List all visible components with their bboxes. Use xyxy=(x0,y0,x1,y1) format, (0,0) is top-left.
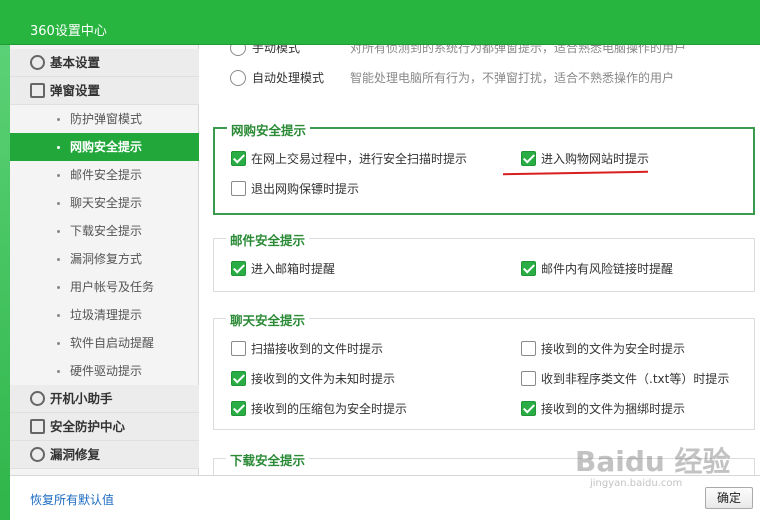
sidebar-item-label: 软件自启动提醒 xyxy=(70,336,155,350)
window-icon xyxy=(30,83,45,98)
checkbox[interactable] xyxy=(231,371,246,386)
option-label: 接收到的文件为捆绑时提示 xyxy=(541,402,686,416)
sidebar-group-label: 漏洞修复 xyxy=(50,447,101,462)
sidebar-item-label: 防护弹窗模式 xyxy=(70,112,143,126)
clock-icon xyxy=(30,391,45,406)
section-mail: 邮件安全提示 进入邮箱时提醒 邮件内有风险链接时提醒 xyxy=(213,230,755,292)
sidebar-item-label: 垃圾清理提示 xyxy=(70,308,143,322)
sidebar-item-mail[interactable]: 邮件安全提示 xyxy=(10,161,199,189)
section-chat: 聊天安全提示 扫描接收到的文件时提示 接收到的文件为安全时提示 接收到的文件为未… xyxy=(213,310,755,430)
sidebar-item-shopping[interactable]: 网购安全提示 xyxy=(10,133,199,161)
checkbox[interactable] xyxy=(521,261,536,276)
sidebar-item-label: 邮件安全提示 xyxy=(70,168,143,182)
sidebar-item-label: 下载安全提示 xyxy=(70,224,143,238)
checkbox[interactable] xyxy=(231,401,246,416)
sidebar-item-label: 网购安全提示 xyxy=(70,140,143,154)
sidebar-group-label: 基本设置 xyxy=(50,55,101,70)
sidebar-item-vuln-fix[interactable]: 漏洞修复方式 xyxy=(10,245,199,273)
checkbox[interactable] xyxy=(521,341,536,356)
option-label: 进入购物网站时提示 xyxy=(541,152,650,166)
section-title: 邮件安全提示 xyxy=(226,230,310,249)
bullet-icon xyxy=(57,146,60,149)
gear-icon xyxy=(30,55,45,70)
checkbox[interactable] xyxy=(521,371,536,386)
radio-description: 智能处理电脑所有行为，不弹窗打扰，适合不熟悉操作的用户 xyxy=(350,71,675,85)
bullet-icon xyxy=(57,342,60,345)
sidebar-group-label: 开机小助手 xyxy=(50,391,113,406)
patch-icon xyxy=(30,447,45,462)
option-label: 扫描接收到的文件时提示 xyxy=(251,342,384,356)
bullet-icon xyxy=(57,230,60,233)
sidebar-item-autostart[interactable]: 软件自启动提醒 xyxy=(10,329,199,357)
sidebar-item-popup-mode[interactable]: 防护弹窗模式 xyxy=(10,105,199,133)
radio-button[interactable] xyxy=(230,70,246,86)
sidebar-group-label: 安全防护中心 xyxy=(50,419,126,434)
sidebar-item-drivers[interactable]: 硬件驱动提示 xyxy=(10,357,199,385)
option-label: 退出网购保镖时提示 xyxy=(251,182,360,196)
ok-button[interactable]: 确定 xyxy=(705,487,753,509)
checkbox[interactable] xyxy=(521,151,536,166)
sidebar-group-label: 弹窗设置 xyxy=(50,83,101,98)
sidebar-item-label: 漏洞修复方式 xyxy=(70,252,143,266)
grid-icon xyxy=(30,419,45,434)
settings-panel: 手动模式 对所有侦测到的系统行为都弹窗提示，适合熟悉电脑操作的用户 自动处理模式… xyxy=(200,45,760,475)
checkbox[interactable] xyxy=(231,181,246,196)
bullet-icon xyxy=(57,174,60,177)
section-title: 下载安全提示 xyxy=(226,450,310,469)
option-label: 接收到的压缩包为安全时提示 xyxy=(251,402,408,416)
sidebar-item-label: 聊天安全提示 xyxy=(70,196,143,210)
bullet-icon xyxy=(57,370,60,373)
title-bar: 360设置中心 xyxy=(0,0,760,45)
option-label: 邮件内有风险链接时提醒 xyxy=(541,262,674,276)
sidebar-group-basic[interactable]: 基本设置 xyxy=(10,49,199,77)
radio-description: 对所有侦测到的系统行为都弹窗提示，适合熟悉电脑操作的用户 xyxy=(350,45,687,55)
baidu-watermark-url: jingyan.baidu.com xyxy=(590,478,683,489)
sidebar-item-label: 用户帐号及任务 xyxy=(70,280,155,294)
checkbox[interactable] xyxy=(231,341,246,356)
sidebar: 基本设置 弹窗设置 防护弹窗模式 网购安全提示 邮件安全提示 聊天安全提示 下载… xyxy=(10,45,199,475)
sidebar-group-patch[interactable]: 漏洞修复 xyxy=(10,441,199,469)
baidu-watermark: Baidu 经验 xyxy=(575,445,731,478)
option-label: 收到非程序类文件（.txt等）时提示 xyxy=(541,372,730,386)
window-title: 360设置中心 xyxy=(30,24,107,39)
checkbox[interactable] xyxy=(231,151,246,166)
sidebar-group-protection[interactable]: 安全防护中心 xyxy=(10,413,199,441)
sidebar-item-label: 硬件驱动提示 xyxy=(70,364,143,378)
sidebar-item-cleanup[interactable]: 垃圾清理提示 xyxy=(10,301,199,329)
radio-label: 自动处理模式 xyxy=(252,71,325,85)
section-title: 网购安全提示 xyxy=(227,120,311,139)
bullet-icon xyxy=(57,286,60,289)
option-label: 进入邮箱时提醒 xyxy=(251,262,336,276)
radio-button[interactable] xyxy=(230,45,246,56)
sidebar-item-chat[interactable]: 聊天安全提示 xyxy=(10,189,199,217)
option-label: 接收到的文件为安全时提示 xyxy=(541,342,686,356)
section-shopping: 网购安全提示 在网上交易过程中，进行安全扫描时提示 进入购物网站时提示 退出网购… xyxy=(213,120,755,215)
sidebar-item-accounts[interactable]: 用户帐号及任务 xyxy=(10,273,199,301)
section-title: 聊天安全提示 xyxy=(226,310,310,329)
bullet-icon xyxy=(57,118,60,121)
radio-label: 手动模式 xyxy=(252,45,301,55)
option-label: 在网上交易过程中，进行安全扫描时提示 xyxy=(251,152,468,166)
sidebar-item-download[interactable]: 下载安全提示 xyxy=(10,217,199,245)
restore-defaults-link[interactable]: 恢复所有默认值 xyxy=(30,491,114,508)
bullet-icon xyxy=(57,258,60,261)
sidebar-group-startup[interactable]: 开机小助手 xyxy=(10,385,199,413)
checkbox[interactable] xyxy=(231,261,246,276)
option-label: 接收到的文件为未知时提示 xyxy=(251,372,396,386)
bullet-icon xyxy=(57,202,60,205)
bullet-icon xyxy=(57,314,60,317)
sidebar-group-popup[interactable]: 弹窗设置 xyxy=(10,77,199,105)
checkbox[interactable] xyxy=(521,401,536,416)
